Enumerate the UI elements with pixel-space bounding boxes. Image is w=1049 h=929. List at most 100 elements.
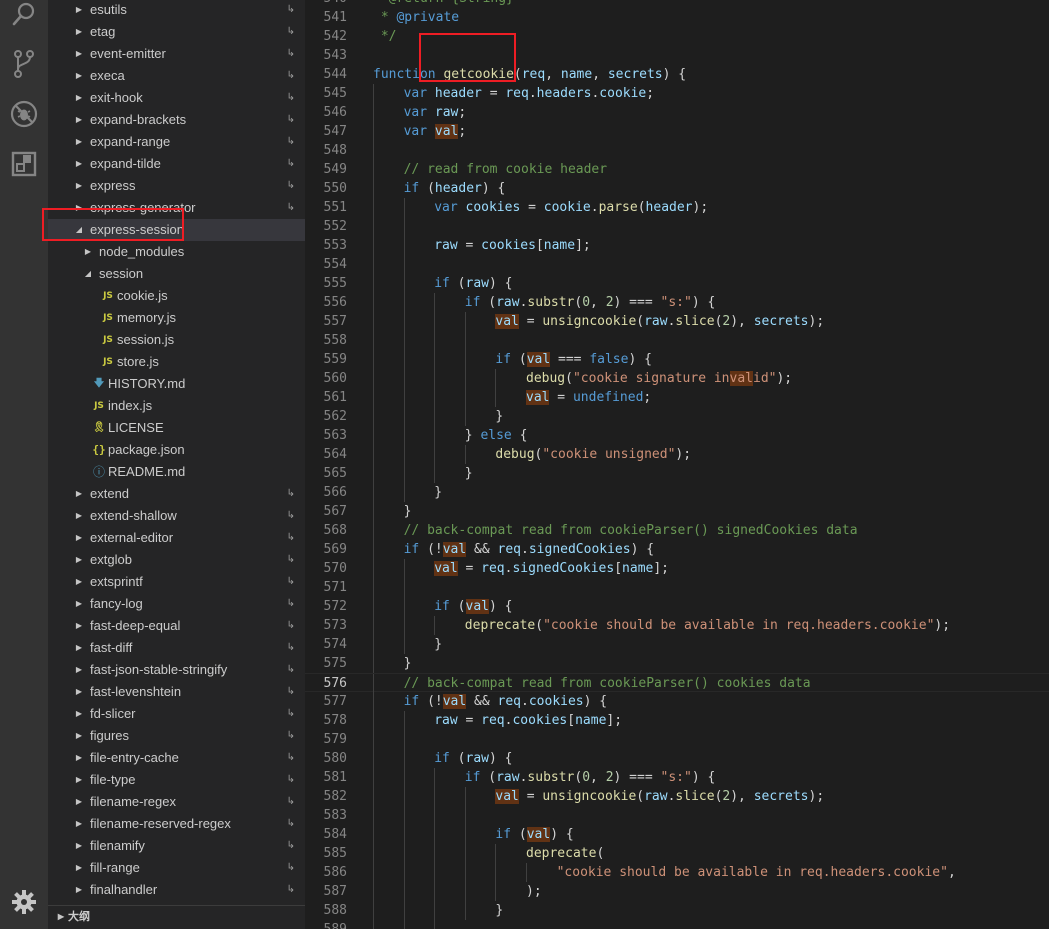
tree-folder[interactable]: ▶ express ↳ (48, 175, 305, 197)
code-token: if (495, 352, 519, 367)
tree-folder[interactable]: ▶ fill-range ↳ (48, 857, 305, 879)
code-line: 565} (305, 464, 1049, 483)
indent-guide (373, 350, 374, 369)
code-line: 567} (305, 502, 1049, 521)
indent-guide (373, 863, 374, 882)
line-number: 558 (323, 333, 347, 348)
symlink-icon: ↳ (286, 686, 295, 697)
tree-folder[interactable]: ▶ extsprintf ↳ (48, 571, 305, 593)
tree-folder[interactable]: ▶ exit-hook ↳ (48, 87, 305, 109)
line-number: 551 (323, 200, 347, 215)
code-token: ; (646, 86, 655, 101)
code-token: deprecate (464, 618, 536, 633)
indent-guide (495, 863, 497, 882)
code-token: req (481, 713, 505, 728)
tree-folder[interactable]: ▶ expand-tilde ↳ (48, 153, 305, 175)
indent-guide (373, 901, 374, 920)
indent-guide (403, 901, 405, 920)
tree-folder[interactable]: ▶ finalhandler ↳ (48, 879, 305, 901)
tree-folder[interactable]: ▶ esutils ↳ (48, 0, 305, 21)
tree-file[interactable]: JS index.js (48, 395, 305, 417)
code-token: secrets (753, 314, 809, 329)
line-number: 549 (323, 162, 347, 177)
source-control-icon[interactable] (6, 46, 42, 82)
indent-guide (464, 787, 466, 806)
code-text: debug("cookie signature invalid"); (526, 369, 792, 388)
tree-folder[interactable]: ▶ filename-regex ↳ (48, 791, 305, 813)
symlink-icon: ↳ (286, 598, 295, 609)
symlink-icon: ↳ (286, 48, 295, 59)
tree-file[interactable]: {} package.json (48, 439, 305, 461)
code-token: @return {String} (389, 0, 514, 6)
tree-folder[interactable]: ▶ node_modules (48, 241, 305, 263)
tree-folder[interactable]: ▶ fd-slicer ↳ (48, 703, 305, 725)
indent-guide (373, 84, 374, 103)
code-token: 0 (582, 770, 591, 785)
tree-file[interactable]: 🎗 LICENSE (48, 417, 305, 439)
indent-guide (495, 369, 497, 388)
code-token: val (526, 390, 550, 405)
tree-file[interactable]: JS session.js (48, 329, 305, 351)
indent-guide (464, 806, 466, 825)
tree-folder[interactable]: ▶ extglob ↳ (48, 549, 305, 571)
tree-folder[interactable]: ▶ filenamify ↳ (48, 835, 305, 857)
code-line: 563} else { (305, 426, 1049, 445)
tree-folder[interactable]: ◢ express-session (48, 219, 305, 241)
tree-folder[interactable]: ▶ event-emitter ↳ (48, 43, 305, 65)
tree-folder[interactable]: ▶ fast-diff ↳ (48, 637, 305, 659)
tree-folder[interactable]: ▶ figures ↳ (48, 725, 305, 747)
tree-file[interactable]: ⓘ README.md (48, 461, 305, 483)
tree-folder[interactable]: ▶ etag ↳ (48, 21, 305, 43)
tree-folder[interactable]: ▶ execa ↳ (48, 65, 305, 87)
tree-folder[interactable]: ▶ fast-deep-equal ↳ (48, 615, 305, 637)
tree-folder[interactable]: ◢ session (48, 263, 305, 285)
tree-item-label: esutils (90, 2, 127, 17)
line-number: 565 (323, 466, 347, 481)
tree-file[interactable]: JS store.js (48, 351, 305, 373)
tree-folder[interactable]: ▶ file-entry-cache ↳ (48, 747, 305, 769)
tree-folder[interactable]: ▶ filename-reserved-regex ↳ (48, 813, 305, 835)
indent-guide (403, 768, 405, 787)
code-token: slice (675, 314, 715, 329)
symlink-icon: ↳ (286, 730, 295, 741)
tree-file[interactable]: JS memory.js (48, 307, 305, 329)
code-token: val (729, 371, 753, 386)
indent-guide (434, 426, 436, 445)
tree-folder[interactable]: ▶ express-generator ↳ (48, 197, 305, 219)
tree-folder[interactable]: ▶ expand-range ↳ (48, 131, 305, 153)
tree-item-label: expand-range (90, 134, 171, 149)
line-number: 546 (323, 105, 347, 120)
code-token: ) === (613, 770, 661, 785)
tree-folder[interactable]: ▶ fancy-log ↳ (48, 593, 305, 615)
tree-folder[interactable]: ▶ file-type ↳ (48, 769, 305, 791)
line-number: 564 (323, 447, 347, 462)
code-token: ) === (613, 295, 661, 310)
tree-folder[interactable]: ▶ extend-shallow ↳ (48, 505, 305, 527)
indent-guide (373, 464, 374, 483)
indent-guide (464, 369, 466, 388)
chevron-right-icon: ▶ (75, 115, 83, 124)
tree-folder[interactable]: ▶ expand-brackets ↳ (48, 109, 305, 131)
code-line: 566} (305, 483, 1049, 502)
indent-guide (403, 825, 405, 844)
code-token: header (434, 86, 482, 101)
tree-folder[interactable]: ▶ extend ↳ (48, 483, 305, 505)
tree-folder[interactable]: ▶ fast-json-stable-stringify ↳ (48, 659, 305, 681)
code-token: ( (457, 751, 466, 766)
tree-folder[interactable]: ▶ fast-levenshtein ↳ (48, 681, 305, 703)
gear-icon[interactable] (6, 884, 42, 920)
chevron-right-icon: ▶ (75, 709, 83, 718)
code-text: */ (373, 27, 397, 46)
line-number: 540 (305, 0, 347, 8)
search-icon[interactable] (6, 0, 42, 32)
tree-file[interactable]: 🡇 HISTORY.md (48, 373, 305, 395)
code-editor[interactable]: 540 @return {String}541 * @private542 */… (305, 0, 1049, 929)
tree-folder[interactable]: ▶ external-editor ↳ (48, 527, 305, 549)
tree-file[interactable]: JS cookie.js (48, 285, 305, 307)
indent-guide (464, 863, 466, 882)
extensions-icon[interactable] (6, 146, 42, 182)
indent-guide (403, 388, 405, 407)
indent-guide (403, 882, 405, 901)
outline-section-header[interactable]: ▶ 大纲 (48, 905, 305, 929)
debug-icon[interactable] (6, 96, 42, 132)
